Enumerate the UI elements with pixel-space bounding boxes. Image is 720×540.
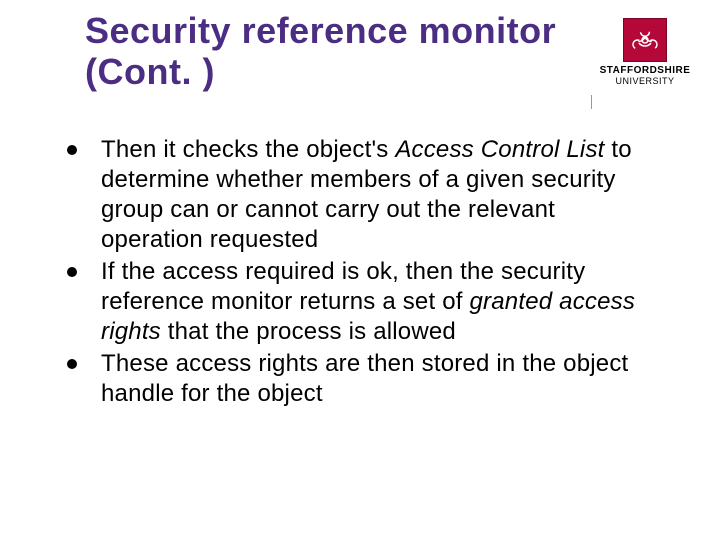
logo-text: STAFFORDSHIRE UNIVERSITY — [590, 66, 700, 86]
list-item: These access rights are then stored in t… — [65, 349, 655, 409]
logo-divider — [591, 95, 592, 109]
logo-text-line1: STAFFORDSHIRE — [600, 65, 691, 76]
bullet-text: These access rights are then stored in t… — [101, 350, 628, 407]
list-item: If the access required is ok, then the s… — [65, 257, 655, 347]
biohazard-icon — [623, 18, 667, 62]
bullet-list: Then it checks the object's Access Contr… — [65, 135, 655, 409]
slide-title: Security reference monitor (Cont. ) — [85, 10, 585, 93]
list-item: Then it checks the object's Access Contr… — [65, 135, 655, 255]
bullet-em: Access Control List — [395, 136, 604, 163]
slide: Security reference monitor (Cont. ) STAF… — [0, 0, 720, 540]
slide-body: Then it checks the object's Access Contr… — [65, 135, 655, 411]
bullet-text: Then it checks the object's — [101, 136, 395, 163]
logo-text-line2: UNIVERSITY — [615, 76, 674, 86]
bullet-text: that the process is allowed — [161, 318, 456, 345]
university-logo: STAFFORDSHIRE UNIVERSITY — [590, 18, 700, 86]
